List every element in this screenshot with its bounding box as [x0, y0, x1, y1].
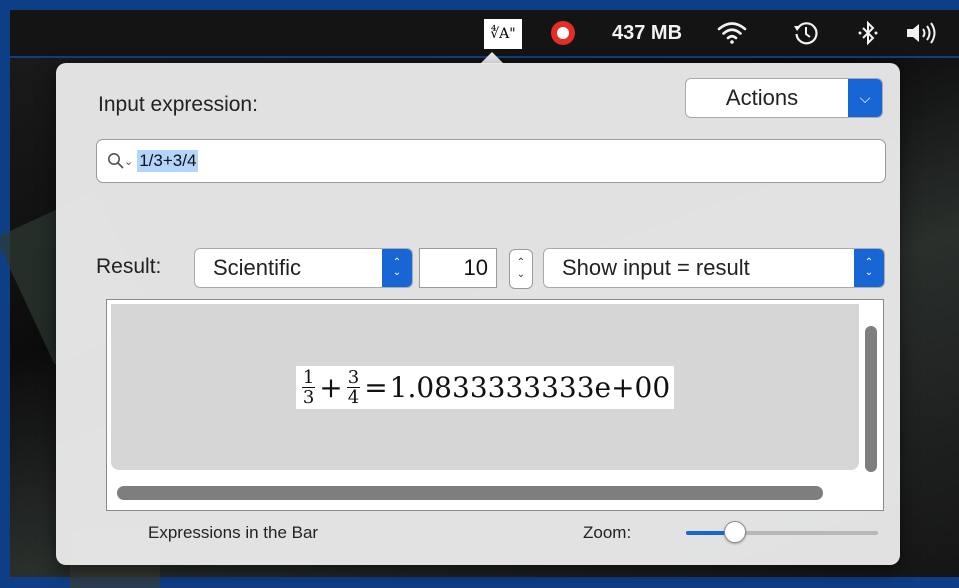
actions-label: Actions: [725, 85, 799, 110]
result-label: Result:: [96, 255, 162, 278]
result-view[interactable]: 1 3 + 3 4 = 1.0833333333e+00: [106, 299, 884, 511]
digits-value: 10: [463, 255, 488, 280]
latex-app-icon[interactable]: ∜A": [484, 19, 522, 49]
vertical-scrollbar[interactable]: [863, 306, 877, 472]
fraction-denominator: 4: [347, 386, 360, 408]
chevron-down-icon: ⌵: [848, 79, 882, 117]
fraction-numerator: 1: [301, 366, 316, 388]
format-select-value: Scientific: [213, 255, 302, 280]
memory-status[interactable]: 437 MB: [592, 10, 702, 56]
bluetooth-icon[interactable]: [848, 10, 888, 56]
expression-value: 1/3+3/4: [137, 150, 199, 172]
memory-label: 437 MB: [611, 21, 683, 44]
latex-popover: Input expression: Actions ⌵ ⌄ 1/3+3/4 Re…: [56, 63, 900, 565]
result-value: 1.0833333333e+00: [389, 370, 671, 404]
input-expression-label: Input expression:: [98, 93, 258, 116]
vertical-scroll-thumb[interactable]: [865, 326, 877, 472]
volume-icon[interactable]: [894, 10, 954, 56]
display-mode-select[interactable]: Show input = result ⌃ ⌄: [543, 248, 885, 288]
format-select[interactable]: Scientific ⌃ ⌄: [194, 248, 413, 288]
menu-bar: ∜A" 437 MB: [10, 10, 959, 56]
rendered-result-area: 1 3 + 3 4 = 1.0833333333e+00: [111, 304, 859, 470]
zoom-label: Zoom:: [583, 523, 632, 542]
record-icon-circle: [551, 21, 575, 45]
fraction-numerator: 3: [346, 366, 361, 388]
horizontal-scrollbar[interactable]: [117, 486, 823, 500]
plus-sign: +: [319, 370, 343, 404]
digits-field[interactable]: 10: [419, 248, 497, 288]
wifi-icon[interactable]: [710, 10, 754, 56]
stepper-up-icon[interactable]: ⌃: [517, 257, 525, 269]
search-icon: ⌄: [107, 152, 133, 170]
rendered-formula: 1 3 + 3 4 = 1.0833333333e+00: [295, 365, 675, 409]
record-icon[interactable]: [548, 10, 578, 56]
digits-stepper[interactable]: ⌃ ⌄: [509, 249, 533, 289]
stepper-down-icon[interactable]: ⌄: [517, 269, 525, 281]
up-down-chevron-icon: ⌃ ⌄: [382, 249, 412, 287]
display-mode-value: Show input = result: [562, 255, 750, 280]
time-machine-icon[interactable]: [784, 10, 828, 56]
zoom-slider-knob[interactable]: [724, 521, 746, 543]
zoom-slider[interactable]: [686, 531, 878, 535]
expressions-in-bar-label: Expressions in the Bar: [148, 523, 319, 542]
fraction-one-third: 1 3: [301, 366, 316, 408]
fraction-three-fourths: 3 4: [346, 366, 361, 408]
app-icon-label: ∜A": [490, 26, 516, 42]
expression-input[interactable]: ⌄ 1/3+3/4: [96, 139, 886, 183]
actions-menu[interactable]: Actions ⌵: [685, 78, 883, 118]
equals-sign: =: [364, 370, 388, 404]
fraction-denominator: 3: [302, 386, 315, 408]
up-down-chevron-icon: ⌃ ⌄: [854, 249, 884, 287]
